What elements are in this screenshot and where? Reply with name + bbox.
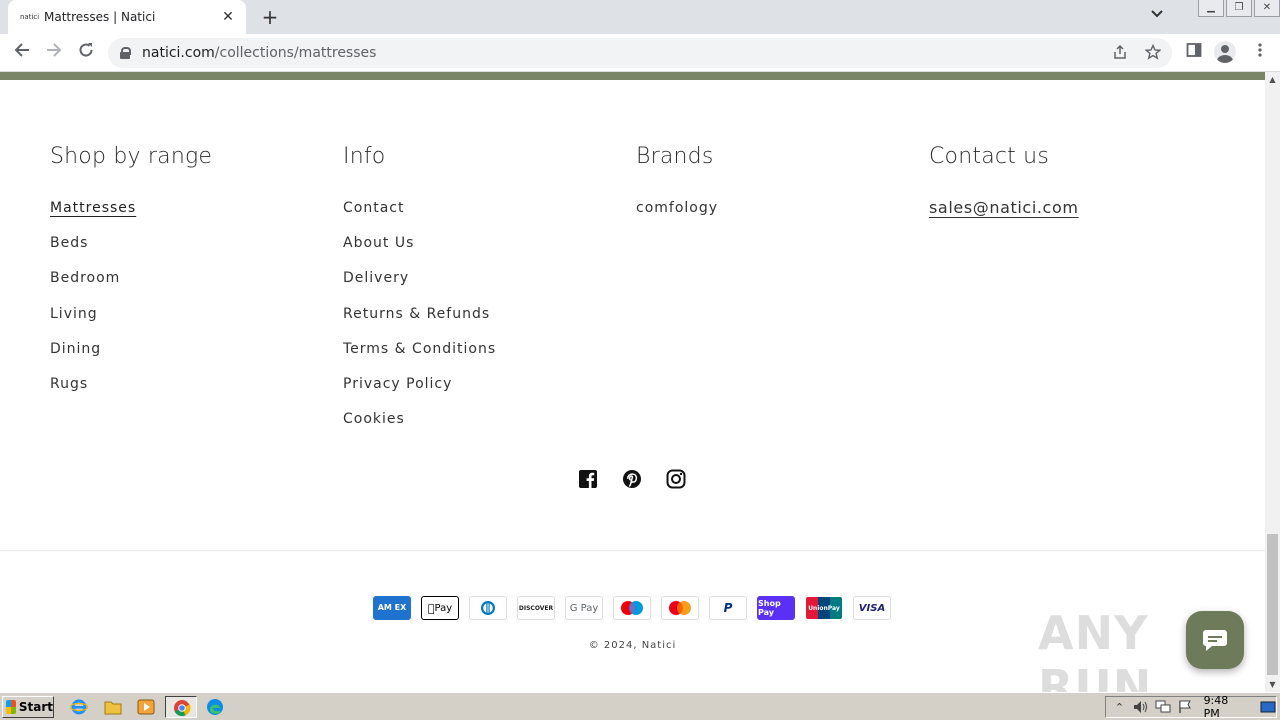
payment-icons: AM EX Pay DISCOVER G Pay P Shop Pay Uni…: [373, 596, 891, 620]
footer-link-living[interactable]: Living: [50, 299, 212, 334]
contact-email-link[interactable]: sales@natici.com: [929, 193, 1079, 223]
scroll-up-arrow-icon[interactable]: ▲: [1265, 72, 1280, 87]
footer-link-about-us[interactable]: About Us: [343, 228, 496, 263]
tab-search-chevron-icon[interactable]: [1151, 7, 1163, 21]
footer-heading-shop-by-range: Shop by range: [50, 144, 213, 169]
windows-logo-icon: [6, 700, 16, 714]
footer-link-comfology[interactable]: comfology: [636, 193, 718, 228]
system-tray: ⌃ 9:48 PM: [1105, 694, 1277, 720]
shop-pay-icon: Shop Pay: [757, 596, 795, 620]
footer-link-dining[interactable]: Dining: [50, 334, 212, 369]
tab-favicon: natici: [20, 13, 40, 21]
file-explorer-icon[interactable]: [103, 698, 123, 716]
footer-divider: [0, 550, 1265, 551]
profile-avatar-icon[interactable]: [1214, 41, 1236, 63]
tab-title: Mattresses | Natici: [44, 10, 156, 24]
footer-top-stripe: [0, 72, 1265, 80]
scroll-down-arrow-icon[interactable]: ▼: [1265, 677, 1280, 692]
instagram-icon[interactable]: [665, 468, 687, 490]
paypal-icon: P: [709, 596, 747, 620]
footer-link-rugs[interactable]: Rugs: [50, 369, 212, 404]
share-icon[interactable]: [1112, 44, 1128, 64]
footer-link-privacy-policy[interactable]: Privacy Policy: [343, 369, 496, 404]
maestro-icon: [613, 596, 651, 620]
footer-link-cookies[interactable]: Cookies: [343, 404, 496, 439]
taskbar-chrome-button[interactable]: [165, 696, 197, 718]
window-controls: ▁ ❐ ✕: [1196, 0, 1280, 18]
edge-icon[interactable]: [205, 698, 225, 716]
close-tab-icon[interactable]: ✕: [220, 9, 236, 25]
new-tab-plus-icon[interactable]: +: [258, 5, 282, 29]
social-links: [577, 468, 687, 490]
diners-club-icon: [469, 596, 507, 620]
footer-column-brands: Brands comfology: [636, 144, 718, 228]
lock-icon[interactable]: [120, 47, 131, 59]
start-button[interactable]: Start: [2, 696, 54, 718]
chrome-icon: [174, 700, 191, 717]
media-player-icon[interactable]: [136, 698, 156, 716]
action-center-flag-icon[interactable]: [1177, 699, 1194, 715]
volume-icon[interactable]: [1133, 699, 1150, 715]
taskbar-clock[interactable]: 9:48 PM: [1204, 694, 1246, 720]
unionpay-icon: UnionPay: [805, 596, 843, 620]
page-scrollbar[interactable]: ▲ ▼: [1265, 72, 1280, 692]
forward-arrow-icon[interactable]: [41, 40, 67, 66]
footer-column-contact: Contact us sales@natici.com: [929, 144, 1079, 223]
mastercard-icon: [661, 596, 699, 620]
footer-heading-info: Info: [343, 144, 386, 169]
scrollbar-thumb[interactable]: [1267, 534, 1278, 675]
pinterest-icon[interactable]: [621, 468, 643, 490]
footer-link-terms-conditions[interactable]: Terms & Conditions: [343, 334, 496, 369]
footer-link-contact[interactable]: Contact: [343, 193, 496, 228]
address-bar[interactable]: natici.com/collections/mattresses: [108, 38, 1172, 68]
browser-toolbar: natici.com/collections/mattresses: [0, 34, 1280, 72]
back-arrow-icon[interactable]: [9, 40, 35, 66]
side-panel-icon[interactable]: [1186, 42, 1202, 62]
minimize-icon[interactable]: ▁: [1198, 0, 1224, 17]
amex-icon: AM EX: [373, 596, 411, 620]
show-desktop-icon[interactable]: [1259, 699, 1276, 715]
chat-bubble-icon: [1203, 630, 1227, 651]
google-pay-icon: G Pay: [565, 596, 603, 620]
footer-heading-contact: Contact us: [929, 144, 1049, 169]
apple-pay-icon: Pay: [421, 596, 459, 620]
restore-icon[interactable]: ❐: [1226, 0, 1252, 17]
visa-icon: VISA: [853, 596, 891, 620]
reload-icon[interactable]: [73, 40, 99, 66]
footer-link-beds[interactable]: Beds: [50, 228, 212, 263]
internet-explorer-icon[interactable]: [69, 698, 89, 716]
browser-tab-bar: natici Mattresses | Natici ✕ + ▁ ❐ ✕: [0, 0, 1280, 34]
kebab-menu-icon[interactable]: [1252, 42, 1268, 62]
chat-button[interactable]: [1186, 611, 1244, 669]
footer-link-delivery[interactable]: Delivery: [343, 263, 496, 298]
close-window-icon[interactable]: ✕: [1254, 0, 1280, 17]
footer-link-returns-refunds[interactable]: Returns & Refunds: [343, 299, 496, 334]
bookmark-star-icon[interactable]: [1144, 43, 1162, 64]
footer-link-mattresses[interactable]: Mattresses: [50, 193, 212, 228]
footer-link-bedroom[interactable]: Bedroom: [50, 263, 212, 298]
facebook-icon[interactable]: [577, 468, 599, 490]
windows-taskbar: Start ⌃ 9:48 PM: [0, 692, 1280, 720]
network-icon[interactable]: [1155, 699, 1172, 715]
footer-heading-brands: Brands: [636, 144, 714, 169]
browser-tab[interactable]: natici Mattresses | Natici ✕: [8, 0, 246, 34]
copyright-brand-link[interactable]: Natici: [642, 640, 677, 651]
footer-column-info: Info Contact About Us Delivery Returns &…: [343, 144, 496, 439]
url-host: natici.com: [142, 45, 215, 61]
url-path: /collections/mattresses: [214, 45, 377, 61]
discover-icon: DISCOVER: [517, 596, 555, 620]
tray-expand-icon[interactable]: ⌃: [1111, 699, 1128, 715]
footer-column-shop-by-range: Shop by range Mattresses Beds Bedroom Li…: [50, 144, 212, 404]
page-viewport: Shop by range Mattresses Beds Bedroom Li…: [0, 72, 1265, 692]
